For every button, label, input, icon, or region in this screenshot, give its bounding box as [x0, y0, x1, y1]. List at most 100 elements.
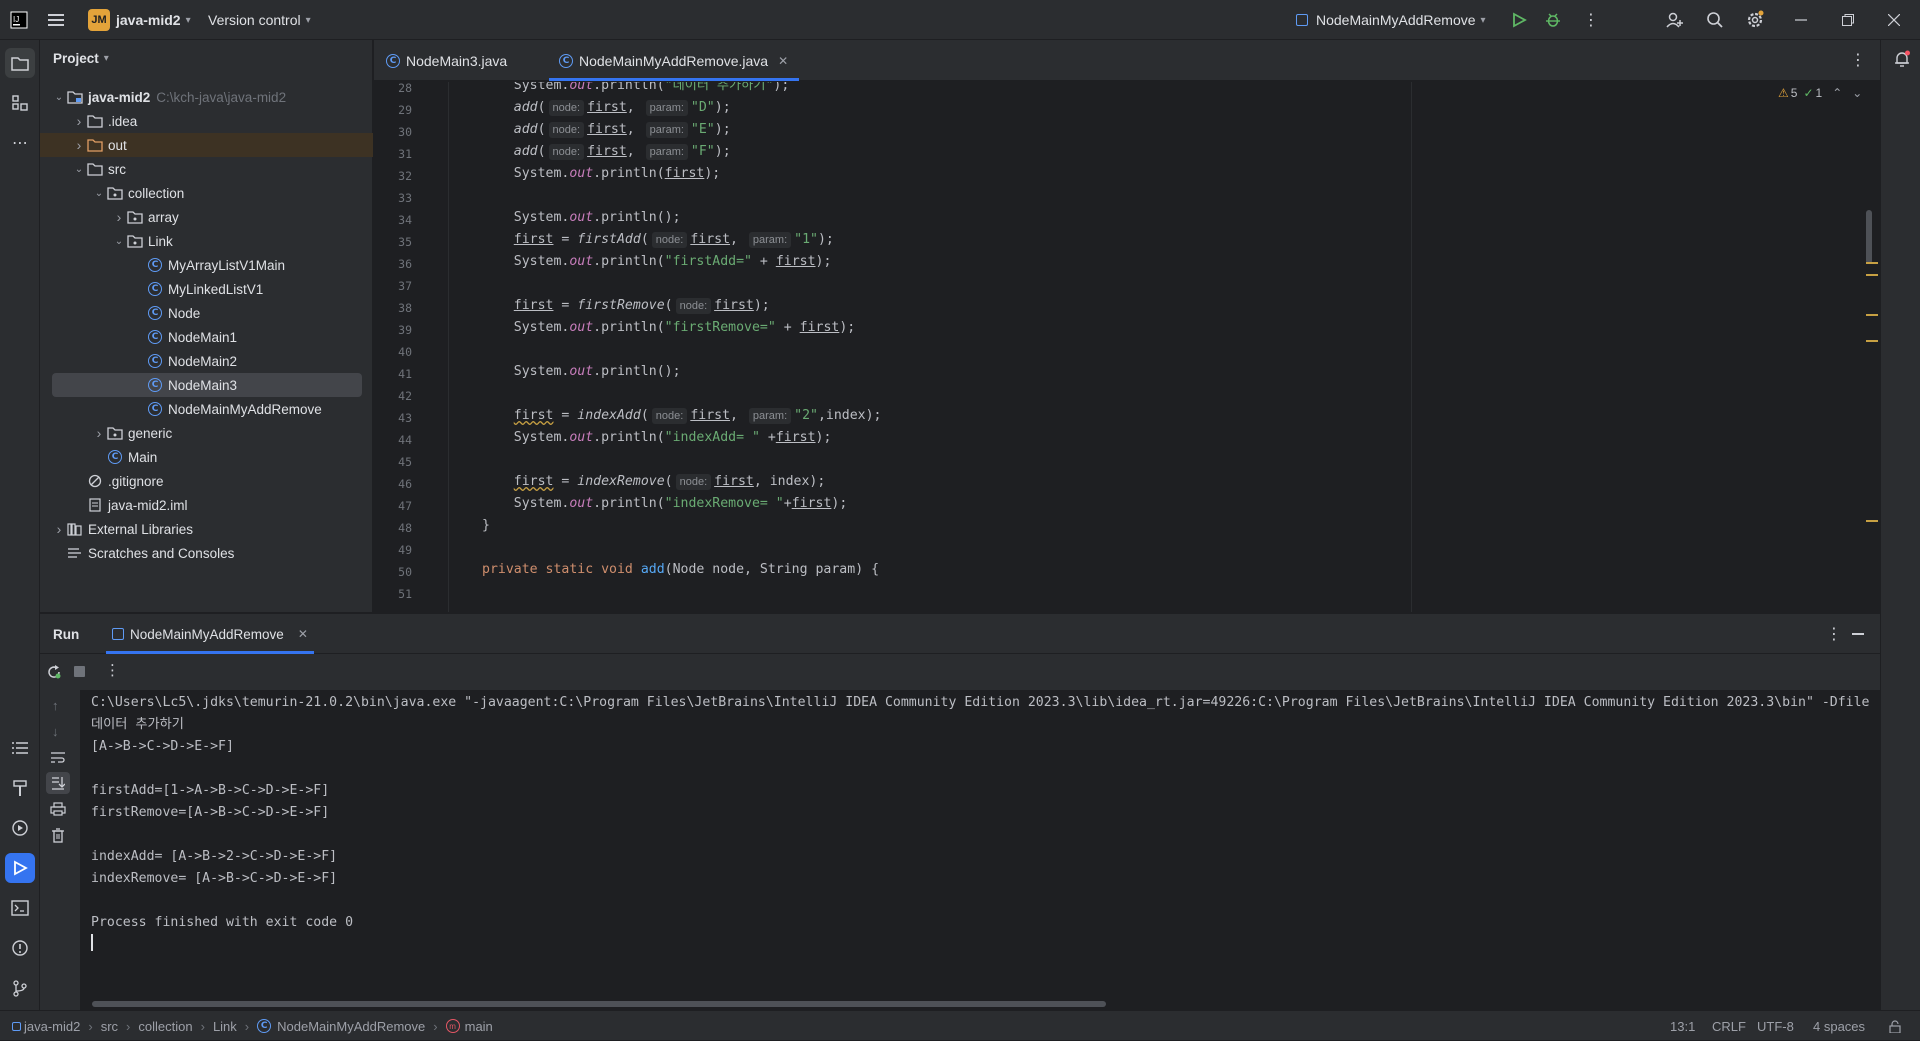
- more-actions-icon[interactable]: ⋮: [105, 661, 120, 679]
- warning-stripe[interactable]: [1866, 520, 1878, 522]
- chevron-down-icon[interactable]: ⌄: [72, 164, 86, 175]
- tree-item[interactable]: ⌄ Link: [40, 229, 373, 253]
- run-tab[interactable]: NodeMainMyAddRemove ✕: [106, 614, 314, 654]
- chevron-down-icon[interactable]: ⌄: [1852, 86, 1862, 100]
- git-branch-icon[interactable]: [5, 973, 35, 1003]
- warning-stripe[interactable]: [1866, 314, 1878, 316]
- console-horizontal-scrollbar[interactable]: [92, 1001, 1106, 1007]
- tree-item[interactable]: Scratches and Consoles: [40, 541, 373, 565]
- tree-item[interactable]: java-mid2.iml: [40, 493, 373, 517]
- tree-item-label: Scratches and Consoles: [88, 545, 235, 561]
- tree-item[interactable]: .gitignore: [40, 469, 373, 493]
- tree-item[interactable]: ⌄ src: [40, 157, 373, 181]
- trash-icon[interactable]: [51, 828, 65, 846]
- tab-nodemain3[interactable]: C NodeMain3.java: [386, 40, 507, 81]
- console-output[interactable]: C:\Users\Lc5\.jdks\temurin-21.0.2\bin\ja…: [80, 690, 1880, 1010]
- scroll-to-end-icon[interactable]: [46, 772, 70, 794]
- structure-icon[interactable]: [5, 88, 35, 118]
- editor-tab-bar: C NodeMain3.java C NodeMainMyAddRemove.j…: [374, 40, 1880, 81]
- warning-stripe[interactable]: [1866, 262, 1878, 264]
- chevron-right-icon[interactable]: ›: [92, 425, 106, 441]
- inspection-widget[interactable]: ⚠ 5 ✓ 1 ⌃ ⌄: [1778, 86, 1862, 100]
- notifications-bell-icon[interactable]: [1893, 50, 1911, 71]
- run-tool-icon[interactable]: [5, 853, 35, 883]
- close-window-icon[interactable]: [1888, 0, 1900, 40]
- caret-position[interactable]: 13:1: [1670, 1011, 1695, 1041]
- terminal-icon[interactable]: [5, 893, 35, 923]
- minimize-window-icon[interactable]: [1795, 0, 1807, 40]
- tree-item[interactable]: C NodeMainMyAddRemove: [40, 397, 373, 421]
- chevron-right-icon[interactable]: ›: [72, 137, 86, 153]
- rerun-icon[interactable]: [46, 664, 62, 683]
- warning-stripe[interactable]: [1866, 274, 1878, 276]
- main-menu-icon[interactable]: [48, 0, 66, 40]
- line-number: 46: [398, 477, 412, 491]
- restore-window-icon[interactable]: [1842, 0, 1854, 40]
- breadcrumb-item[interactable]: main: [465, 1019, 493, 1034]
- project-badge: JM: [88, 9, 110, 31]
- breadcrumb-item[interactable]: java-mid2: [24, 1019, 80, 1034]
- tree-item[interactable]: C MyArrayListV1Main: [40, 253, 373, 277]
- soft-wrap-icon[interactable]: [50, 750, 66, 767]
- bookmarks-list-icon[interactable]: [5, 733, 35, 763]
- close-tab-icon[interactable]: ✕: [778, 54, 788, 68]
- project-switcher[interactable]: JM java-mid2 ▾: [88, 0, 191, 40]
- breadcrumb-item[interactable]: collection: [138, 1019, 192, 1034]
- stop-icon[interactable]: [74, 666, 85, 677]
- build-hammer-icon[interactable]: [5, 773, 35, 803]
- tree-item[interactable]: › array: [40, 205, 373, 229]
- app-logo-icon[interactable]: IJ: [10, 0, 28, 40]
- project-panel-header[interactable]: Project ▾: [53, 51, 109, 66]
- warning-stripe[interactable]: [1866, 340, 1878, 342]
- run-button[interactable]: [1511, 0, 1527, 40]
- line-separator[interactable]: CRLF: [1712, 1011, 1746, 1041]
- indent-setting[interactable]: 4 spaces: [1813, 1011, 1865, 1041]
- more-tools-icon[interactable]: ⋯: [5, 128, 35, 158]
- breadcrumb-item[interactable]: NodeMainMyAddRemove: [277, 1019, 425, 1034]
- editor-scrollbar-thumb[interactable]: [1866, 210, 1872, 264]
- add-user-icon[interactable]: [1666, 0, 1684, 40]
- chevron-right-icon[interactable]: ›: [72, 113, 86, 129]
- tree-item[interactable]: ⌄ collection: [40, 181, 373, 205]
- chevron-up-icon[interactable]: ⌃: [1832, 86, 1842, 100]
- close-tab-icon[interactable]: ✕: [298, 627, 308, 641]
- chevron-down-icon[interactable]: ⌄: [52, 92, 66, 103]
- lock-icon[interactable]: [1889, 1011, 1901, 1041]
- tree-item[interactable]: › External Libraries: [40, 517, 373, 541]
- search-icon[interactable]: [1706, 0, 1724, 40]
- problems-icon[interactable]: [5, 933, 35, 963]
- tree-item[interactable]: C NodeMain1: [40, 325, 373, 349]
- tree-item[interactable]: C MyLinkedListV1: [40, 277, 373, 301]
- run-config-selector[interactable]: NodeMainMyAddRemove ▾: [1296, 0, 1486, 40]
- hide-panel-icon[interactable]: [1852, 633, 1864, 635]
- tab-options-icon[interactable]: ⋮: [1850, 50, 1866, 70]
- breadcrumb-item[interactable]: src: [101, 1019, 118, 1034]
- file-encoding[interactable]: UTF-8: [1757, 1011, 1794, 1041]
- print-icon[interactable]: [50, 802, 66, 819]
- debug-button[interactable]: [1545, 0, 1561, 40]
- tree-item[interactable]: C NodeMain3: [52, 373, 362, 397]
- tree-item[interactable]: C NodeMain2: [40, 349, 373, 373]
- tree-item[interactable]: C Node: [40, 301, 373, 325]
- tree-item[interactable]: C Main: [40, 445, 373, 469]
- code-editor[interactable]: 28 29 30 31 32 33 34 35 36 37 38 39 40 41 42 43 44 45 46 47…: [374, 82, 1880, 612]
- chevron-down-icon[interactable]: ⌄: [92, 188, 106, 199]
- scroll-down-icon[interactable]: ↓: [52, 724, 59, 739]
- scroll-up-icon[interactable]: ↑: [52, 698, 59, 713]
- settings-gear-icon[interactable]: [1745, 0, 1765, 40]
- breadcrumb-item[interactable]: Link: [213, 1019, 237, 1034]
- tab-nodemainmyaddremove[interactable]: C NodeMainMyAddRemove.java ✕: [549, 40, 799, 81]
- tree-item[interactable]: › .idea: [40, 109, 373, 133]
- more-actions-icon[interactable]: ⋮: [1583, 0, 1599, 40]
- ignore-file-icon: [86, 473, 104, 489]
- chevron-right-icon[interactable]: ›: [52, 521, 66, 537]
- run-options-icon[interactable]: ⋮: [1826, 624, 1842, 644]
- project-folder-icon[interactable]: [5, 48, 35, 78]
- tree-item[interactable]: ⌄ java-mid2 C:\kch-java\java-mid2: [40, 85, 373, 109]
- chevron-right-icon[interactable]: ›: [112, 209, 126, 225]
- chevron-down-icon[interactable]: ⌄: [112, 236, 126, 247]
- tree-item[interactable]: › out: [40, 133, 373, 157]
- services-icon[interactable]: [5, 813, 35, 843]
- version-control-menu[interactable]: Version control ▾: [208, 0, 311, 40]
- tree-item[interactable]: › generic: [40, 421, 373, 445]
